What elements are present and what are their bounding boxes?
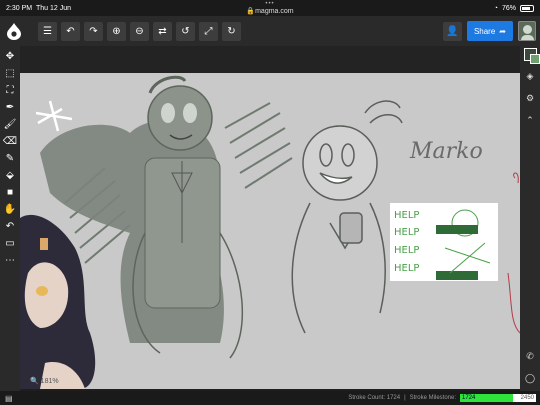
help-line-3: HELP bbox=[394, 245, 419, 256]
rotate-right-icon: ↻ bbox=[227, 25, 236, 37]
undo-icon: ↶ bbox=[66, 25, 75, 37]
help-sign: HELP HELP HELP HELP bbox=[390, 203, 498, 281]
help-line-4: HELP bbox=[394, 263, 419, 274]
magma-logo-icon bbox=[7, 22, 21, 40]
drawing-canvas[interactable]: Marko HELP HELP HELP HELP 🔍 181% bbox=[20, 73, 520, 389]
redo-icon: ↷ bbox=[89, 25, 98, 37]
selection-tool[interactable]: ⬚ bbox=[2, 65, 18, 82]
eraser-icon: ⌫ bbox=[2, 136, 18, 147]
settings-button[interactable]: ⚙ bbox=[522, 87, 538, 109]
milestone-current: 1724 bbox=[462, 395, 476, 401]
more-icon: ⋯ bbox=[5, 255, 15, 266]
transform-tool[interactable]: ⛶ bbox=[2, 82, 18, 99]
flip-button[interactable]: ⇄ bbox=[153, 21, 172, 41]
lock-icon: 🔒 bbox=[246, 8, 256, 15]
toolbar-right: 👤 Share ➦ bbox=[442, 21, 536, 41]
sparkle bbox=[35, 100, 73, 132]
user-avatar[interactable] bbox=[518, 21, 536, 41]
multitask-dots[interactable]: ••• bbox=[0, 1, 540, 8]
eyedropper-tool[interactable]: ✒ bbox=[2, 99, 18, 116]
eraser-tool[interactable]: ⌫ bbox=[2, 133, 18, 150]
pencil-icon: ✎ bbox=[5, 153, 15, 164]
fill-tool[interactable]: ⬙ bbox=[2, 167, 18, 184]
redo-button[interactable]: ↷ bbox=[84, 21, 103, 41]
pencil-tool[interactable]: ✎ bbox=[2, 150, 18, 167]
zoom-search-icon: 🔍 bbox=[30, 378, 39, 385]
zoom-in-icon: ⊕ bbox=[112, 25, 121, 37]
phone-icon: ✆ bbox=[526, 350, 534, 361]
layers-icon: ◈ bbox=[526, 70, 534, 81]
top-toolbar: ☰ ↶ ↷ ⊕ ⊖ ⇄ ↺ ⤢ ↻ 👤 Share ➦ bbox=[0, 16, 540, 46]
color-swatch[interactable] bbox=[523, 48, 540, 64]
stroke-stats: Stroke Count: 1724 | Stroke Milestone: 1… bbox=[348, 394, 536, 402]
chevron-up-icon: ⌃ bbox=[526, 114, 534, 125]
menu-button[interactable]: ☰ bbox=[38, 21, 57, 41]
move-icon: ✥ bbox=[5, 51, 15, 62]
milestone-label: Stroke Milestone: bbox=[409, 395, 456, 401]
bottom-bar: ▤ Stroke Count: 1724 | Stroke Milestone:… bbox=[0, 391, 540, 405]
phone-button[interactable]: ✆ bbox=[522, 345, 538, 367]
share-label: Share bbox=[473, 26, 496, 36]
milestone-meter: 1724 2450 bbox=[460, 394, 536, 402]
layers-button[interactable]: ◈ bbox=[522, 65, 538, 87]
signature-text: Marko bbox=[409, 139, 483, 164]
canvas-margin bbox=[20, 46, 520, 73]
chat-icon: ▭ bbox=[5, 238, 15, 249]
chat-tool[interactable]: ▭ bbox=[2, 235, 18, 252]
battery-icon bbox=[520, 4, 534, 12]
collapse-button[interactable]: ⌃ bbox=[522, 109, 538, 131]
chat-bubble-icon: ◯ bbox=[524, 372, 536, 383]
rotate-left-icon: ↺ bbox=[181, 25, 190, 37]
brush-icon: 🖌 bbox=[3, 119, 17, 130]
status-bar: 2:30 PM Thu 12 Jun ••• 🔒magma.com ◔ 76% bbox=[0, 0, 540, 16]
undo-button[interactable]: ↶ bbox=[61, 21, 80, 41]
stroke-count: Stroke Count: 1724 bbox=[348, 395, 401, 401]
help-line-1: HELP bbox=[394, 210, 419, 221]
expand-icon: ⤢ bbox=[204, 25, 213, 37]
share-arrow-icon: ➦ bbox=[499, 26, 506, 36]
hand-icon: ✋ bbox=[3, 204, 17, 215]
gear-icon: ⚙ bbox=[525, 92, 535, 103]
add-user-button[interactable]: 👤 bbox=[442, 21, 462, 41]
hand-tool[interactable]: ✋ bbox=[2, 201, 18, 218]
url-bar[interactable]: ••• 🔒magma.com bbox=[0, 1, 540, 15]
shape-tool[interactable]: ■ bbox=[2, 184, 18, 201]
bucket-icon: ⬙ bbox=[6, 170, 14, 181]
undo-tool[interactable]: ↶ bbox=[2, 218, 18, 235]
share-button[interactable]: Share ➦ bbox=[466, 21, 513, 41]
right-character bbox=[291, 100, 403, 334]
left-toolbar: ✥ ⬚ ⛶ ✒ 🖌 ⌫ ✎ ⬙ ■ ✋ ↶ ▭ ⋯ bbox=[0, 46, 20, 391]
help-line-2: HELP bbox=[394, 227, 419, 238]
divider: | bbox=[404, 395, 406, 401]
square-icon: ■ bbox=[6, 187, 14, 198]
rotate-left-button[interactable]: ↺ bbox=[176, 21, 195, 41]
portrait bbox=[20, 214, 96, 389]
fit-button[interactable]: ⤢ bbox=[199, 21, 218, 41]
more-tool[interactable]: ⋯ bbox=[2, 252, 18, 269]
right-toolbar: ◈ ⚙ ⌃ ✆ ◯ bbox=[520, 46, 540, 391]
eyedropper-icon: ✒ bbox=[5, 102, 15, 113]
zoom-indicator: 🔍 181% bbox=[30, 377, 59, 385]
magma-logo[interactable] bbox=[4, 21, 24, 41]
transform-icon: ⛶ bbox=[6, 85, 14, 96]
zoom-out-icon: ⊖ bbox=[135, 25, 144, 37]
undo-icon: ↶ bbox=[5, 221, 15, 232]
move-tool[interactable]: ✥ bbox=[2, 48, 18, 65]
url-text: magma.com bbox=[255, 8, 294, 15]
brush-tool[interactable]: 🖌 bbox=[2, 116, 18, 133]
zoom-in-button[interactable]: ⊕ bbox=[107, 21, 126, 41]
zoom-out-button[interactable]: ⊖ bbox=[130, 21, 149, 41]
edge-doodle bbox=[507, 172, 520, 334]
zoom-level: 181% bbox=[40, 378, 59, 385]
chat-bubble-button[interactable]: ◯ bbox=[522, 367, 538, 389]
rotate-right-button[interactable]: ↻ bbox=[222, 21, 241, 41]
flip-icon: ⇄ bbox=[158, 25, 167, 37]
menu-icon: ☰ bbox=[43, 25, 52, 37]
filmstrip-icon[interactable]: ▤ bbox=[5, 394, 13, 403]
milestone-target: 2450 bbox=[520, 395, 534, 401]
marquee-icon: ⬚ bbox=[5, 68, 15, 79]
artwork: Marko HELP HELP HELP HELP bbox=[20, 75, 520, 389]
add-user-icon: 👤 bbox=[446, 25, 459, 37]
